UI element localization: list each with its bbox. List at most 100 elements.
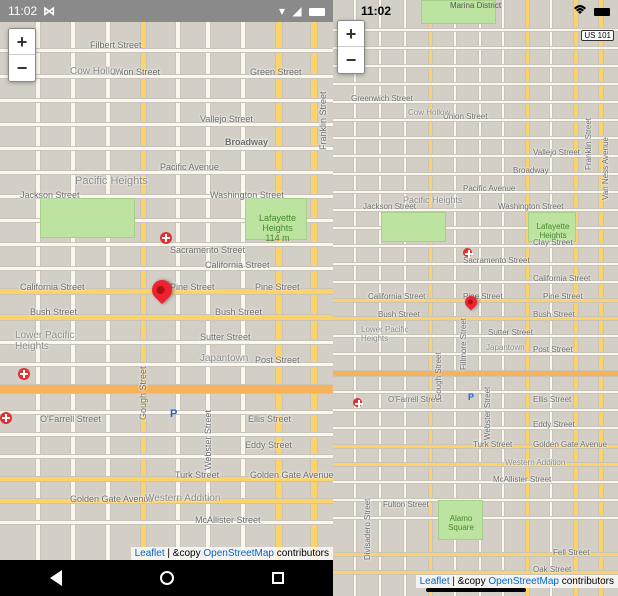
street-label: Golden Gate Avenue: [250, 470, 333, 480]
street-label: Fillmore Street: [459, 318, 468, 370]
battery-icon: [594, 8, 610, 16]
street-label: Oak Street: [533, 565, 571, 574]
leaflet-link[interactable]: Leaflet: [135, 548, 165, 559]
neighborhood-label: Pacific Heights: [403, 195, 463, 205]
street-label: Franklin Street: [584, 118, 593, 170]
osm-link[interactable]: OpenStreetMap: [488, 576, 559, 587]
status-time: 11:02: [361, 4, 391, 18]
street-label: Sacramento Street: [463, 256, 530, 265]
street-label: Filbert Street: [90, 40, 142, 50]
zoom-in-button[interactable]: +: [9, 29, 35, 55]
street-label: Pacific Avenue: [463, 184, 515, 193]
street-label: Sutter Street: [488, 328, 533, 337]
osm-link[interactable]: OpenStreetMap: [203, 548, 274, 559]
street-label: Golden Gate Avenue: [70, 494, 153, 504]
street-label: Ellis Street: [533, 395, 571, 404]
street-label: Divisadero Street: [363, 499, 372, 560]
street-label: Green Street: [250, 67, 302, 77]
map-canvas[interactable]: Lafayette Heights Alamo Square US 101 Gr…: [333, 0, 618, 596]
street-label: Vallejo Street: [533, 148, 580, 157]
neighborhood-label: Lower Pacific Heights: [361, 325, 416, 343]
map-canvas[interactable]: Lafayette Heights114 m Filbert Street Un…: [0, 0, 333, 596]
zoom-control: + −: [337, 20, 365, 74]
street-label: Greenwich Street: [351, 94, 413, 103]
street-label: O'Farrell Street: [40, 414, 101, 424]
street-label: California Street: [533, 274, 590, 283]
neighborhood-label: Western Addition: [505, 458, 565, 467]
neighborhood-label: Western Addition: [145, 493, 220, 504]
street-label: Sacramento Street: [170, 245, 245, 255]
signal-icon: ◢: [292, 4, 301, 18]
map-attribution: Leaflet | &copy OpenStreetMap contributo…: [131, 547, 333, 560]
status-bar: 11:02 ⋈ ▾ ◢: [0, 0, 333, 22]
street-label: Franklin Street: [318, 91, 328, 150]
zoom-out-button[interactable]: −: [338, 47, 364, 73]
street-label: Van Ness Avenue: [601, 137, 610, 200]
map-attribution: Leaflet | &copy OpenStreetMap contributo…: [416, 575, 618, 588]
wifi-icon: [573, 4, 587, 18]
street-label: Pine Street: [170, 282, 215, 292]
neighborhood-label: Lower Pacific Heights: [15, 330, 85, 352]
map-marker[interactable]: [465, 296, 477, 308]
street-label: Turk Street: [473, 440, 512, 449]
battery-icon: [309, 8, 325, 16]
street-label: Pine Street: [543, 292, 583, 301]
street-label: McAllister Street: [493, 475, 551, 484]
neighborhood-label: Cow Hollow: [70, 66, 123, 77]
map-marker[interactable]: [152, 280, 172, 300]
street-label: California Street: [368, 292, 425, 301]
street-label: Sutter Street: [200, 332, 251, 342]
street-label: California Street: [20, 282, 85, 292]
street-label: Golden Gate Avenue: [533, 440, 607, 449]
parking-icon: P: [468, 392, 474, 402]
street-label: Clay Street: [533, 238, 573, 247]
street-label: Broadway: [513, 166, 549, 175]
hospital-icon: [353, 398, 362, 407]
highway-badge: US 101: [581, 30, 614, 41]
street-label: Gough Street: [138, 366, 148, 420]
street-label: Broadway: [225, 137, 268, 147]
hospital-icon: [463, 248, 472, 257]
nav-back-button[interactable]: [48, 570, 64, 586]
app-icon: ⋈: [43, 4, 55, 18]
street-label: Eddy Street: [245, 440, 292, 450]
street-label: Ellis Street: [248, 414, 291, 424]
park-label: Alamo Square: [439, 514, 483, 532]
street-label: Bush Street: [378, 310, 420, 319]
nav-home-button[interactable]: [159, 570, 175, 586]
android-navbar: [0, 560, 333, 596]
street-label: Washington Street: [498, 202, 564, 211]
map-pane-ios: Lafayette Heights Alamo Square US 101 Gr…: [333, 0, 618, 596]
street-label: Eddy Street: [533, 420, 575, 429]
street-label: Washington Street: [210, 190, 284, 200]
street-label: Bush Street: [215, 307, 262, 317]
park-label: Lafayette Heights114 m: [250, 213, 305, 243]
hospital-icon: [18, 368, 30, 380]
status-time: 11:02: [8, 4, 37, 18]
street-label: Pine Street: [255, 282, 300, 292]
hospital-icon: [0, 412, 12, 424]
street-label: Post Street: [533, 345, 573, 354]
street-label: Bush Street: [30, 307, 77, 317]
zoom-control: + −: [8, 28, 36, 82]
street-label: Gough Street: [434, 352, 443, 400]
street-label: Webster Street: [203, 410, 213, 470]
street-label: Fell Street: [553, 548, 589, 557]
nav-recent-button[interactable]: [270, 570, 286, 586]
street-label: Pacific Avenue: [160, 162, 219, 172]
leaflet-link[interactable]: Leaflet: [420, 576, 450, 587]
neighborhood-label: Japantown: [486, 343, 525, 352]
hospital-icon: [160, 232, 172, 244]
street-label: Jackson Street: [20, 190, 80, 200]
map-pane-android: Lafayette Heights114 m Filbert Street Un…: [0, 0, 333, 596]
neighborhood-label: Pacific Heights: [75, 175, 148, 187]
ios-home-indicator[interactable]: [426, 588, 526, 592]
street-label: Vallejo Street: [200, 114, 253, 124]
street-label: Fulton Street: [383, 500, 429, 509]
wifi-icon: ▾: [279, 4, 285, 18]
street-label: Post Street: [255, 355, 300, 365]
zoom-out-button[interactable]: −: [9, 55, 35, 81]
zoom-in-button[interactable]: +: [338, 21, 364, 47]
street-label: Bush Street: [533, 310, 575, 319]
street-label: Turk Street: [175, 470, 219, 480]
